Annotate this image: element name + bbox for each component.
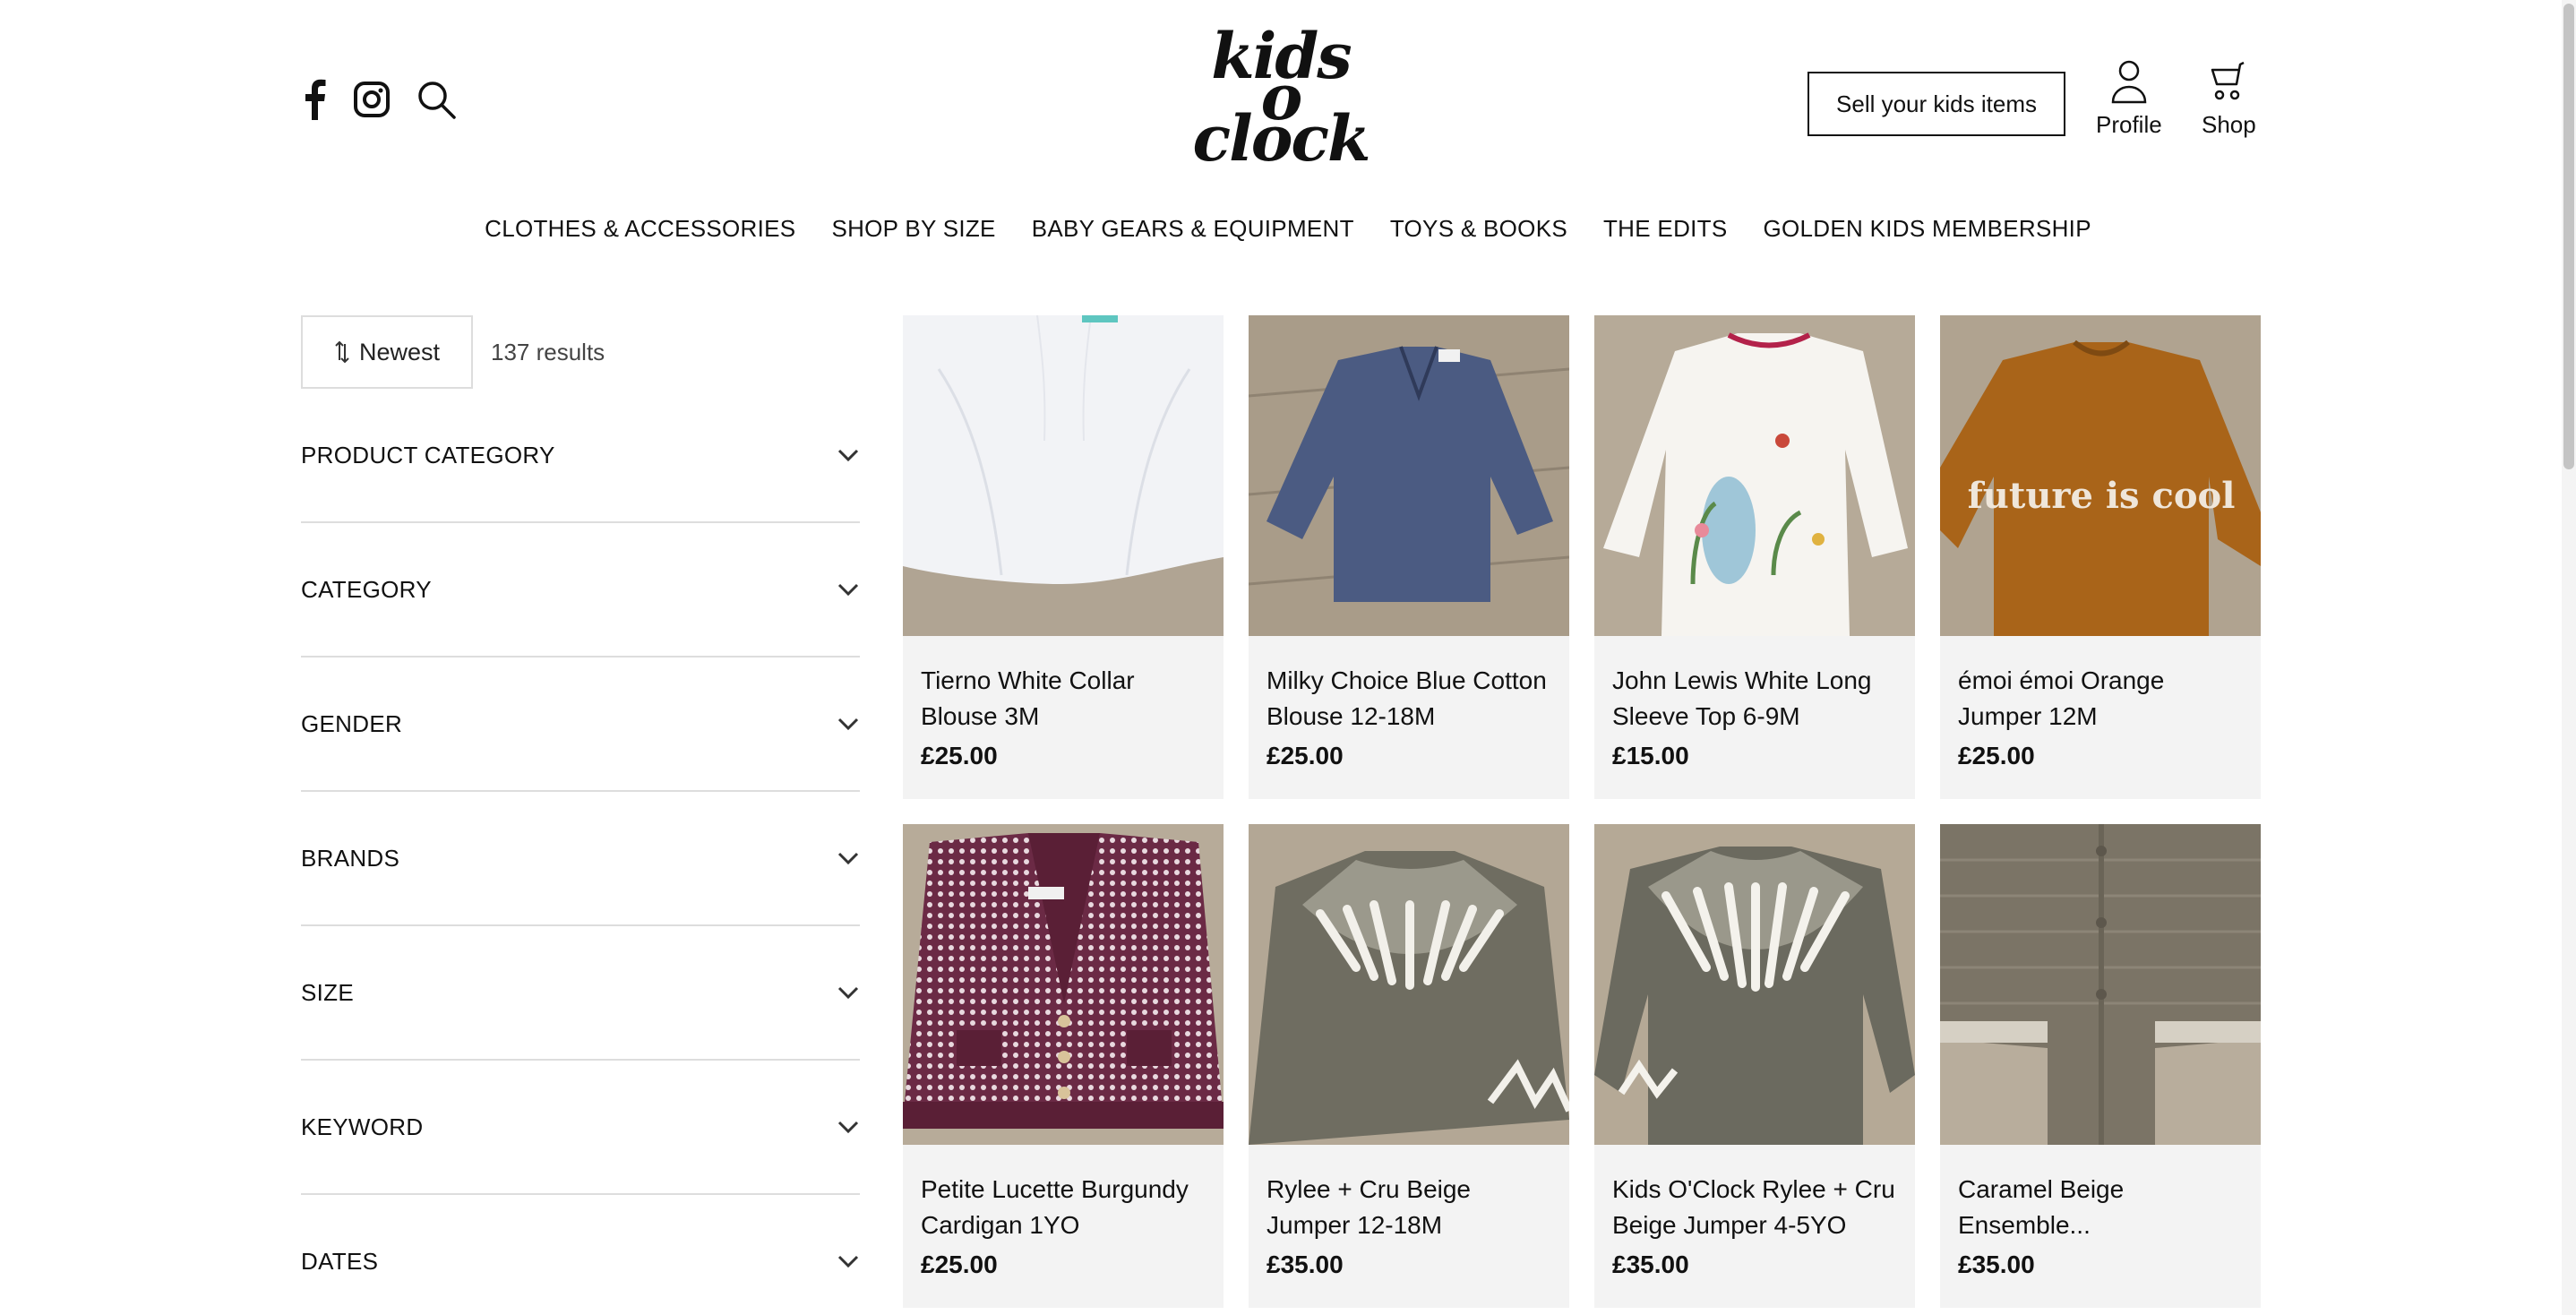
- product-card[interactable]: Kids O'Clock Rylee + Cru Beige Jumper 4-…: [1594, 824, 1915, 1308]
- filter-category[interactable]: CATEGORY: [301, 523, 860, 658]
- product-price: £25.00: [1267, 742, 1344, 769]
- product-name: Milky Choice Blue Cotton Blouse 12-18M: [1267, 666, 1547, 730]
- nav-the-edits[interactable]: THE EDITS: [1603, 215, 1728, 243]
- product-image[interactable]: [903, 824, 1224, 1145]
- product-info: Caramel Beige Ensemble... £35.00: [1940, 1145, 2261, 1279]
- product-price: £35.00: [1958, 1251, 2035, 1278]
- filter-label: CATEGORY: [301, 575, 432, 603]
- sort-row: Newest 137 results: [301, 315, 860, 389]
- jumper-print-text: future is cool: [1968, 475, 2236, 517]
- filter-keyword[interactable]: KEYWORD: [301, 1061, 860, 1195]
- instagram-icon[interactable]: [353, 81, 391, 123]
- product-image[interactable]: [1940, 824, 2261, 1145]
- site-logo[interactable]: kids o clock: [1191, 25, 1370, 176]
- product-price: £25.00: [921, 1251, 998, 1278]
- product-image[interactable]: [1249, 315, 1569, 636]
- product-name: Caramel Beige Ensemble...: [1958, 1175, 2125, 1239]
- product-name: Rylee + Cru Beige Jumper 12-18M: [1267, 1175, 1472, 1239]
- filter-brands[interactable]: BRANDS: [301, 792, 860, 926]
- product-info: émoi émoi Orange Jumper 12M £25.00: [1940, 636, 2261, 770]
- filter-label: BRANDS: [301, 844, 400, 872]
- filter-product-category[interactable]: PRODUCT CATEGORY: [301, 389, 860, 523]
- product-card[interactable]: Petite Lucette Burgundy Cardigan 1YO £25…: [903, 824, 1224, 1308]
- filter-gender[interactable]: GENDER: [301, 658, 860, 792]
- profile-label: Profile: [2096, 111, 2162, 138]
- product-image[interactable]: [1594, 824, 1915, 1145]
- chevron-down-icon: [837, 718, 859, 731]
- product-info: Tierno White Collar Blouse 3M £25.00: [903, 636, 1224, 770]
- product-card[interactable]: future is cool émoi émoi Orange Jumper 1…: [1940, 315, 2261, 799]
- filter-sidebar: Newest 137 results PRODUCT CATEGORY CATE…: [301, 315, 860, 1315]
- product-card[interactable]: John Lewis White Long Sleeve Top 6-9M £1…: [1594, 315, 1915, 799]
- product-info: Milky Choice Blue Cotton Blouse 12-18M £…: [1249, 636, 1569, 770]
- chevron-down-icon: [837, 1255, 859, 1268]
- product-info: Rylee + Cru Beige Jumper 12-18M £35.00: [1249, 1145, 1569, 1279]
- product-image[interactable]: [1594, 315, 1915, 636]
- product-name: Kids O'Clock Rylee + Cru Beige Jumper 4-…: [1612, 1175, 1895, 1239]
- sort-button[interactable]: Newest: [301, 315, 473, 389]
- product-price: £25.00: [921, 742, 998, 769]
- scrollbar-thumb[interactable]: [2563, 4, 2574, 469]
- search-icon[interactable]: [416, 79, 457, 125]
- product-name: Petite Lucette Burgundy Cardigan 1YO: [921, 1175, 1189, 1239]
- product-price: £35.00: [1612, 1251, 1689, 1278]
- product-grid: Tierno White Collar Blouse 3M £25.00 Mil…: [903, 315, 2261, 1308]
- cart-icon: [2211, 61, 2245, 100]
- product-card[interactable]: Milky Choice Blue Cotton Blouse 12-18M £…: [1249, 315, 1569, 799]
- chevron-down-icon: [837, 852, 859, 865]
- product-image[interactable]: [903, 315, 1224, 636]
- filter-label: KEYWORD: [301, 1113, 424, 1140]
- product-name: émoi émoi Orange Jumper 12M: [1958, 666, 2165, 730]
- product-name: John Lewis White Long Sleeve Top 6-9M: [1612, 666, 1872, 730]
- nav-baby-gears[interactable]: BABY GEARS & EQUIPMENT: [1032, 215, 1354, 243]
- profile-icon: [2111, 60, 2147, 104]
- nav-clothes-accessories[interactable]: CLOTHES & ACCESSORIES: [485, 215, 795, 243]
- product-card[interactable]: Rylee + Cru Beige Jumper 12-18M £35.00: [1249, 824, 1569, 1308]
- product-image[interactable]: future is cool: [1940, 315, 2261, 636]
- nav-golden-kids-membership[interactable]: GOLDEN KIDS MEMBERSHIP: [1764, 215, 2091, 243]
- sell-items-button[interactable]: Sell your kids items: [1807, 72, 2065, 136]
- filter-list: PRODUCT CATEGORY CATEGORY GENDER BRANDS …: [301, 389, 860, 1315]
- product-info: John Lewis White Long Sleeve Top 6-9M £1…: [1594, 636, 1915, 770]
- nav-shop-by-size[interactable]: SHOP BY SIZE: [831, 215, 995, 243]
- shop-label: Shop: [2202, 111, 2256, 138]
- filter-label: GENDER: [301, 709, 403, 737]
- filter-label: DATES: [301, 1247, 379, 1275]
- product-card[interactable]: Tierno White Collar Blouse 3M £25.00: [903, 315, 1224, 799]
- product-info: Kids O'Clock Rylee + Cru Beige Jumper 4-…: [1594, 1145, 1915, 1279]
- main-nav: CLOTHES & ACCESSORIES SHOP BY SIZE BABY …: [0, 215, 2576, 243]
- nav-toys-books[interactable]: TOYS & BOOKS: [1390, 215, 1567, 243]
- chevron-down-icon: [837, 449, 859, 462]
- facebook-icon[interactable]: [301, 79, 328, 125]
- product-price: £15.00: [1612, 742, 1689, 769]
- results-count: 137 results: [491, 338, 605, 365]
- product-info: Petite Lucette Burgundy Cardigan 1YO £25…: [903, 1145, 1224, 1279]
- chevron-down-icon: [837, 1121, 859, 1134]
- shop-link[interactable]: Shop: [2202, 59, 2256, 139]
- chevron-down-icon: [837, 583, 859, 597]
- social-links: [301, 79, 457, 125]
- product-name: Tierno White Collar Blouse 3M: [921, 666, 1135, 730]
- sort-label: Newest: [358, 338, 441, 365]
- chevron-down-icon: [837, 986, 859, 1000]
- product-card[interactable]: Caramel Beige Ensemble... £35.00: [1940, 824, 2261, 1308]
- site-header: kids o clock Sell your kids items Profil…: [0, 0, 2576, 197]
- filter-label: PRODUCT CATEGORY: [301, 441, 555, 468]
- product-price: £35.00: [1267, 1251, 1344, 1278]
- filter-label: SIZE: [301, 978, 354, 1006]
- filter-dates[interactable]: DATES: [301, 1195, 860, 1315]
- page-scrollbar[interactable]: [2562, 0, 2576, 1315]
- sort-icon: [335, 340, 349, 364]
- product-price: £25.00: [1958, 742, 2035, 769]
- filter-size[interactable]: SIZE: [301, 926, 860, 1061]
- logo-line: clock: [1192, 101, 1370, 176]
- product-image[interactable]: [1249, 824, 1569, 1145]
- profile-link[interactable]: Profile: [2096, 59, 2162, 139]
